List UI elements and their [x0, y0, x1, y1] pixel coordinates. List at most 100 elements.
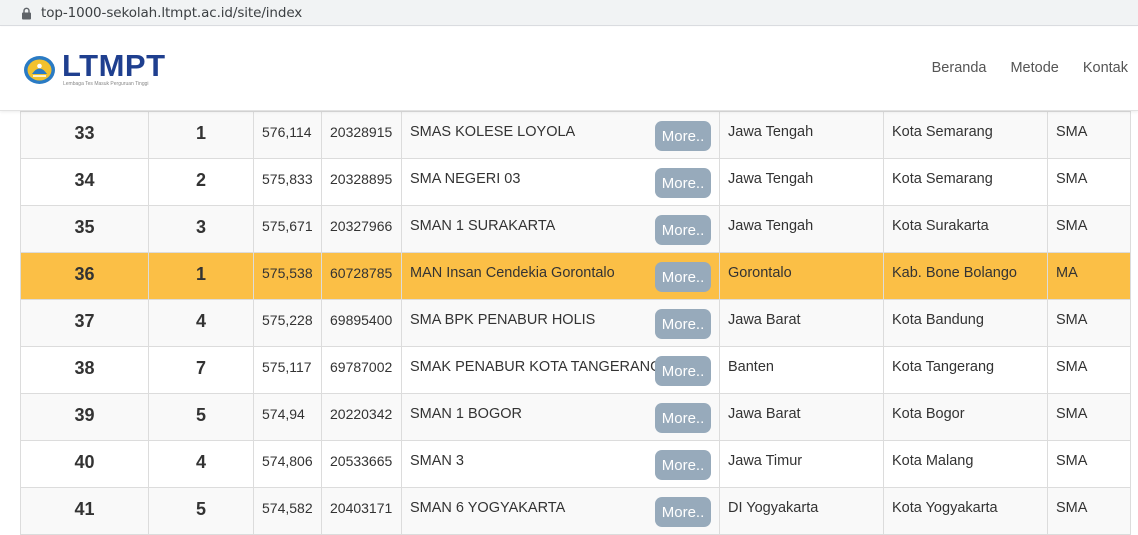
table-row: 35 3 575,671 20327966 SMAN 1 SURAKARTA More..…	[20, 205, 1131, 253]
npsn-cell: 20328895	[321, 158, 402, 206]
province-rank-cell-text: 4	[195, 452, 206, 472]
npsn-cell: 69895400	[321, 299, 402, 347]
score-cell: 574,94	[253, 393, 322, 441]
city-cell: Kota Yogyakarta	[883, 487, 1048, 535]
score-cell-text: 575,671	[262, 218, 313, 234]
province-cell: Jawa Timur	[719, 440, 884, 488]
table-row: 39 5 574,94 20220342 SMAN 1 BOGOR More.. Jawa …	[20, 393, 1131, 441]
province-cell: DI Yogyakarta	[719, 487, 884, 535]
province-rank-cell-text: 5	[195, 405, 206, 425]
npsn-cell: 60728785	[321, 252, 402, 300]
school-type-cell-text: SMA	[1056, 359, 1088, 375]
city-cell: Kota Semarang	[883, 111, 1048, 159]
school-type-cell-text: SMA	[1056, 500, 1088, 516]
rank-cell-text: 35	[74, 217, 95, 237]
more-button[interactable]: More..	[655, 497, 711, 527]
province-cell-text: Banten	[728, 359, 774, 375]
school-type-cell: SMA	[1047, 299, 1131, 347]
province-cell-text: Jawa Barat	[728, 312, 801, 328]
site-header: LTMPT Lembaga Tes Masuk Perguruan Tinggi…	[0, 27, 1138, 111]
score-cell-text: 576,114	[262, 124, 312, 140]
score-cell: 574,582	[253, 487, 322, 535]
school-type-cell: SMA	[1047, 346, 1131, 394]
nav-metode[interactable]: Metode	[1010, 60, 1058, 76]
more-button[interactable]: More..	[655, 262, 711, 292]
province-rank-cell-text: 3	[195, 217, 206, 237]
school-type-cell-text: SMA	[1056, 312, 1088, 328]
score-cell: 575,117	[253, 346, 322, 394]
province-cell-text: Jawa Tengah	[728, 218, 814, 234]
npsn-cell-text: 20403171	[330, 500, 393, 516]
score-cell-text: 574,582	[262, 500, 313, 516]
city-cell-text: Kota Surakarta	[892, 218, 989, 234]
province-rank-cell: 1	[148, 252, 254, 300]
score-cell: 576,114	[253, 111, 322, 159]
province-cell-text: DI Yogyakarta	[728, 500, 819, 516]
rank-cell: 35	[20, 205, 149, 253]
city-cell: Kota Bogor	[883, 393, 1048, 441]
nav-beranda[interactable]: Beranda	[932, 60, 987, 76]
city-cell-text: Kota Bogor	[892, 406, 965, 422]
province-rank-cell: 3	[148, 205, 254, 253]
score-cell-text: 574,806	[262, 453, 313, 469]
more-button[interactable]: More..	[655, 356, 711, 386]
city-cell-text: Kota Yogyakarta	[892, 500, 998, 516]
province-cell: Jawa Barat	[719, 393, 884, 441]
province-rank-cell-text: 7	[195, 358, 206, 378]
school-name-cell-text: SMAS KOLESE LOYOLA	[410, 124, 576, 140]
rank-cell-text: 34	[74, 170, 95, 190]
nav-kontak[interactable]: Kontak	[1083, 60, 1128, 76]
score-cell-text: 575,538	[262, 265, 313, 281]
npsn-cell: 20403171	[321, 487, 402, 535]
score-cell: 575,833	[253, 158, 322, 206]
npsn-cell: 20328915	[321, 111, 402, 159]
more-button[interactable]: More..	[655, 309, 711, 339]
province-rank-cell-text: 1	[195, 264, 206, 284]
rank-cell-text: 41	[74, 499, 95, 519]
lock-icon	[22, 7, 31, 20]
school-name-cell: SMA NEGERI 03 More..	[401, 158, 720, 206]
city-cell-text: Kab. Bone Bolango	[892, 265, 1017, 281]
province-cell: Jawa Tengah	[719, 205, 884, 253]
school-name-cell: SMAK PENABUR KOTA TANGERANG More..	[401, 346, 720, 394]
school-name-cell-text: SMA NEGERI 03	[410, 171, 521, 187]
table-row: 36 1 575,538 60728785 MAN Insan Cendekia Gor…	[20, 252, 1131, 300]
province-rank-cell-text: 2	[195, 170, 206, 190]
school-type-cell: SMA	[1047, 487, 1131, 535]
rank-cell: 39	[20, 393, 149, 441]
school-name-cell: MAN Insan Cendekia Gorontalo More..	[401, 252, 720, 300]
city-cell: Kota Semarang	[883, 158, 1048, 206]
province-cell-text: Jawa Barat	[728, 406, 801, 422]
url-text[interactable]: top-1000-sekolah.ltmpt.ac.id/site/index	[41, 5, 302, 21]
table-row: 34 2 575,833 20328895 SMA NEGERI 03 More.. Jaw…	[20, 158, 1131, 206]
ranking-table: 33 1 576,114 20328915 SMAS KOLESE LOYOLA More…	[20, 111, 1131, 535]
npsn-cell-text: 20220342	[330, 406, 393, 422]
logo-text: LTMPT	[62, 48, 166, 83]
province-cell: Gorontalo	[719, 252, 884, 300]
province-rank-cell: 5	[148, 487, 254, 535]
rank-cell-text: 39	[74, 405, 95, 425]
city-cell: Kota Bandung	[883, 299, 1048, 347]
more-button[interactable]: More..	[655, 168, 711, 198]
more-button[interactable]: More..	[655, 215, 711, 245]
rank-cell: 40	[20, 440, 149, 488]
table-row: 38 7 575,117 69787002 SMAK PENABUR KOTA TANG…	[20, 346, 1131, 394]
school-type-cell: SMA	[1047, 393, 1131, 441]
school-name-cell-text: SMA BPK PENABUR HOLIS	[410, 312, 596, 328]
rank-cell: 36	[20, 252, 149, 300]
school-name-cell-text: SMAN 3	[410, 453, 464, 469]
more-button[interactable]: More..	[655, 450, 711, 480]
npsn-cell-text: 69895400	[330, 312, 393, 328]
rank-cell: 41	[20, 487, 149, 535]
ltmpt-logo[interactable]: LTMPT Lembaga Tes Masuk Perguruan Tinggi	[23, 48, 168, 91]
school-type-cell: SMA	[1047, 158, 1131, 206]
province-cell-text: Gorontalo	[728, 265, 792, 281]
npsn-cell-text: 69787002	[330, 359, 393, 375]
more-button[interactable]: More..	[655, 403, 711, 433]
province-rank-cell-text: 1	[195, 123, 206, 143]
address-bar[interactable]: top-1000-sekolah.ltmpt.ac.id/site/index	[0, 0, 1138, 26]
province-cell: Jawa Tengah	[719, 111, 884, 159]
school-name-cell-text: MAN Insan Cendekia Gorontalo	[410, 265, 615, 281]
more-button[interactable]: More..	[655, 121, 711, 151]
school-name-cell: SMAN 1 BOGOR More..	[401, 393, 720, 441]
